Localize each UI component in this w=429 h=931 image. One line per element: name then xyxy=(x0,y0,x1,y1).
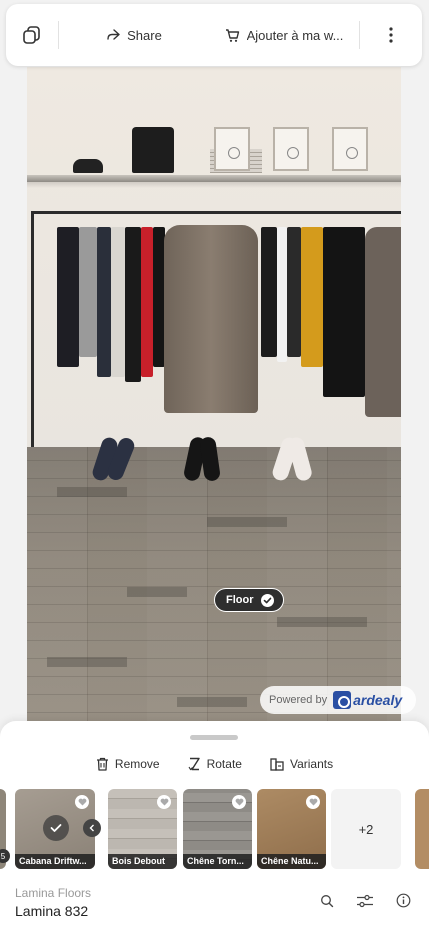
hanging-coat xyxy=(164,225,258,413)
ardealy-logo: ardealy xyxy=(333,691,402,709)
clothes-rail xyxy=(31,211,401,214)
hanging-garment xyxy=(323,227,365,397)
rotate-icon xyxy=(188,757,200,771)
remove-button[interactable]: Remove xyxy=(96,757,160,771)
floor-plank xyxy=(127,587,187,597)
cart-icon xyxy=(225,28,239,42)
hanging-coat xyxy=(365,227,401,417)
heart-icon[interactable] xyxy=(232,795,246,809)
add-to-wishlist-button[interactable]: Ajouter à ma w... xyxy=(209,28,359,43)
selected-check-icon xyxy=(43,815,69,841)
floor-plank xyxy=(57,487,127,497)
hanging-garment xyxy=(141,227,153,377)
variants-label: Variants xyxy=(289,757,334,771)
wall-frame xyxy=(332,127,368,171)
share-button[interactable]: Share xyxy=(59,28,209,43)
hanging-garment xyxy=(57,227,79,367)
duplicate-button[interactable] xyxy=(6,25,58,45)
variant-thumbnail-partial[interactable] xyxy=(415,789,429,869)
more-options-button[interactable] xyxy=(360,27,422,43)
powered-by-label: Powered by xyxy=(269,694,328,706)
product-info: Lamina Floors Lamina 832 xyxy=(15,886,91,919)
hanging-garment xyxy=(125,227,141,382)
wall-frame xyxy=(273,127,309,171)
rotate-button[interactable]: Rotate xyxy=(188,757,242,771)
heart-icon[interactable] xyxy=(157,795,171,809)
ardealy-brand-text: ardealy xyxy=(353,692,403,708)
variants-button[interactable]: Variants xyxy=(270,757,333,771)
floor-plank xyxy=(277,617,367,627)
variants-icon xyxy=(270,757,284,771)
variant-caption: Cabana Driftw... xyxy=(15,854,95,869)
hanging-garment xyxy=(301,227,323,367)
shelf-shoes xyxy=(73,159,103,173)
floor-plank xyxy=(177,697,247,707)
ardealy-logo-icon xyxy=(333,691,352,709)
shelf-shadow xyxy=(27,182,401,188)
kebab-menu-icon xyxy=(389,27,393,43)
clothes-rail-post xyxy=(31,211,34,447)
variant-caption: Chêne Torn... xyxy=(183,854,252,869)
search-icon[interactable] xyxy=(320,894,334,913)
variant-thumbnail[interactable]: Chêne Torn... xyxy=(183,789,252,869)
product-name: Lamina 832 xyxy=(15,903,89,919)
share-icon xyxy=(107,29,120,40)
filter-sliders-icon[interactable] xyxy=(356,894,374,913)
rotate-label: Rotate xyxy=(206,757,242,771)
variant-thumbnail[interactable]: Bois Debout xyxy=(108,789,177,869)
share-label: Share xyxy=(127,27,162,43)
trash-icon xyxy=(96,757,108,771)
more-variants-button[interactable]: +2 xyxy=(331,789,401,869)
check-icon xyxy=(260,593,274,607)
drag-handle[interactable] xyxy=(190,735,238,740)
chevron-left-icon[interactable] xyxy=(83,819,101,837)
wall-shelf xyxy=(27,175,401,182)
product-brand: Lamina Floors xyxy=(15,886,92,900)
hanging-garment xyxy=(287,227,301,357)
variant-thumbnail[interactable]: Chêne Natu... xyxy=(257,789,326,869)
hanging-garment xyxy=(97,227,111,377)
heart-icon[interactable] xyxy=(75,795,89,809)
room-visualization[interactable] xyxy=(27,67,401,731)
add-label: Ajouter à ma w... xyxy=(246,27,344,43)
hanging-garment xyxy=(277,227,287,362)
copy-icon xyxy=(23,26,40,44)
info-icon[interactable] xyxy=(396,893,411,913)
floor-plank xyxy=(207,517,287,527)
variant-carousel[interactable]: 5 Cabana Driftw... Bois Debout Chêne Tor… xyxy=(0,789,429,871)
wall-frame xyxy=(214,127,250,171)
variant-caption: Bois Debout xyxy=(108,854,177,869)
top-toolbar: Share Ajouter à ma w... xyxy=(6,4,422,66)
surface-tag-label: Floor xyxy=(226,594,254,606)
floor-plank xyxy=(47,657,127,667)
product-panel: Remove Rotate Variants 5 Cabana Driftw..… xyxy=(0,721,429,931)
surface-tag-floor[interactable]: Floor xyxy=(214,588,284,612)
count-badge: 5 xyxy=(0,849,10,863)
hanging-garment xyxy=(261,227,277,357)
hanging-garment xyxy=(79,227,97,357)
variant-caption: Chêne Natu... xyxy=(257,854,326,869)
hanging-garment xyxy=(111,227,125,377)
shelf-bag xyxy=(132,127,174,173)
heart-icon[interactable] xyxy=(306,795,320,809)
powered-by-badge[interactable]: Powered by ardealy xyxy=(260,686,416,714)
action-bar: Remove Rotate Variants xyxy=(0,757,429,771)
remove-label: Remove xyxy=(114,757,160,771)
product-tools xyxy=(320,893,411,913)
